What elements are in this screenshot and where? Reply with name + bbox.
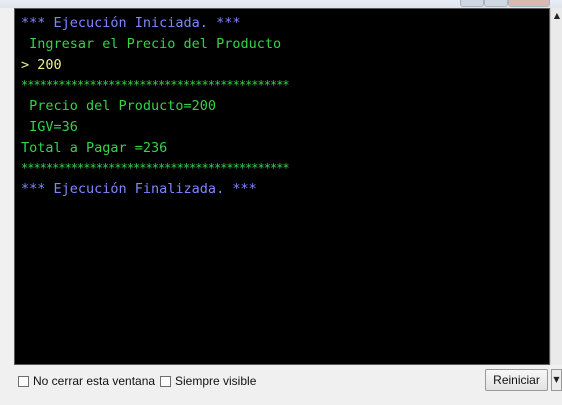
console-line-start: *** Ejecución Iniciada. ***: [21, 15, 241, 31]
vertical-scrollbar[interactable]: ▲: [550, 8, 562, 365]
window-minimize-button[interactable]: [460, 0, 484, 7]
console-line-precio: Precio del Producto=200: [21, 98, 217, 114]
siempre-visible-option[interactable]: Siempre visible: [160, 374, 256, 388]
console-line-end: *** Ejecución Finalizada. ***: [21, 181, 257, 197]
window-maximize-button[interactable]: [484, 0, 508, 7]
console-window: *** Ejecución Iniciada. *** Ingresar el …: [0, 0, 562, 405]
console-line-prompt: Ingresar el Precio del Producto: [21, 36, 282, 52]
dropdown-arrow-icon[interactable]: ▼: [551, 369, 562, 391]
console-output[interactable]: *** Ejecución Iniciada. *** Ingresar el …: [14, 8, 550, 365]
siempre-visible-label: Siempre visible: [175, 374, 257, 388]
window-close-button[interactable]: [508, 0, 550, 7]
console-line-input: > 200: [21, 57, 62, 73]
title-bar-strip: [0, 0, 562, 8]
console-line-igv: IGV=36: [21, 119, 78, 135]
no-cerrar-option[interactable]: No cerrar esta ventana: [18, 374, 155, 388]
no-cerrar-label: No cerrar esta ventana: [33, 374, 156, 388]
console-line-separator-2: ****************************************…: [21, 161, 290, 175]
console-line-separator: ****************************************…: [21, 78, 290, 92]
siempre-visible-checkbox[interactable]: [160, 375, 171, 387]
reiniciar-button[interactable]: Reiniciar: [485, 369, 548, 391]
console-line-total: Total a Pagar =236: [21, 140, 168, 156]
scroll-up-arrow-icon[interactable]: ▲: [552, 10, 562, 22]
no-cerrar-checkbox[interactable]: [18, 375, 29, 387]
bottom-toolbar: No cerrar esta ventana Siempre visible R…: [14, 365, 562, 397]
